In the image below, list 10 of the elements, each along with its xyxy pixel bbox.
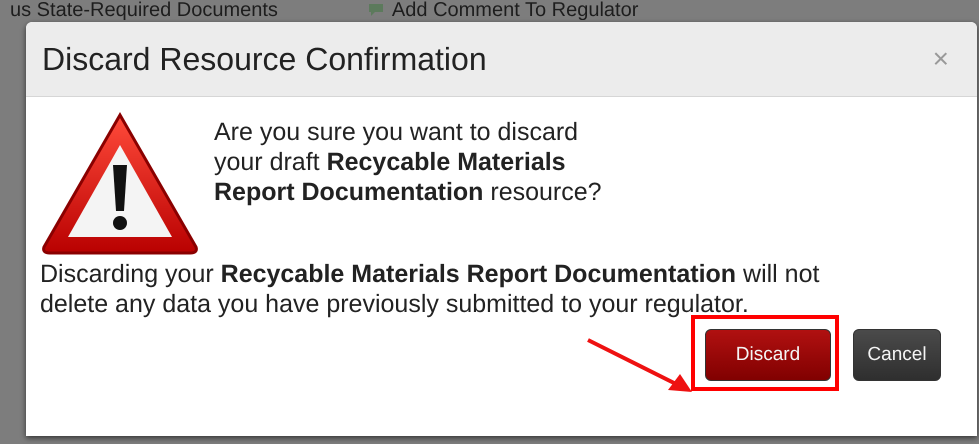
cancel-button[interactable]: Cancel <box>853 329 941 381</box>
toolbar-link[interactable]: us State-Required Documents <box>10 0 278 20</box>
confirmation-note: Discarding your Recycable Materials Report Documentation will not delete any data you have previously submitted to your regulator. <box>40 259 820 319</box>
toolbar-link[interactable]: Add Comment To Regulator <box>368 0 638 20</box>
dialog-title: Discard Resource Confirmation <box>42 40 487 78</box>
close-button[interactable]: × <box>928 43 953 75</box>
warning-icon <box>40 111 200 257</box>
comment-icon <box>368 3 386 17</box>
discard-button[interactable]: Discard <box>705 329 831 381</box>
confirmation-question: Are you sure you want to discard your draft Recycable Materials Report Documentation resource? <box>214 117 603 208</box>
